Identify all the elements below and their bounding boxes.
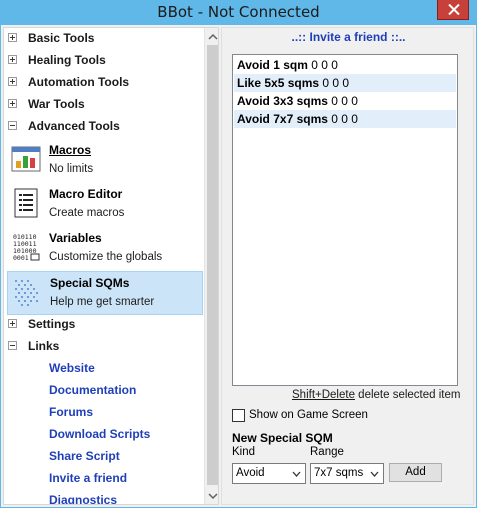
section-basic-tools[interactable]: Basic Tools <box>4 28 202 50</box>
link-invite-friend[interactable]: Invite a friend <box>49 471 127 485</box>
section-healing-tools[interactable]: Healing Tools <box>4 50 202 72</box>
section-label: War Tools <box>28 97 85 111</box>
range-label: Range <box>310 446 344 458</box>
section-automation-tools[interactable]: Automation Tools <box>4 72 202 94</box>
special-sqms-dots-icon <box>15 280 38 306</box>
variables-binary-icon: 010110 110011 101000 0001 <box>12 233 40 262</box>
collapse-icon[interactable] <box>8 341 17 350</box>
tool-macros[interactable]: Macros No limits <box>7 139 203 183</box>
svg-text:0001: 0001 <box>13 254 29 262</box>
tool-name: Special SQMs <box>50 276 130 290</box>
kind-label: Kind <box>232 446 256 458</box>
tool-special-sqms[interactable]: Special SQMs Help me get smarter <box>7 271 203 315</box>
link-website[interactable]: Website <box>49 361 95 375</box>
special-sqms-panel: ..:: Invite a friend ::.. Avoid 1 sqm 0 … <box>221 27 474 505</box>
section-label: Links <box>28 339 60 353</box>
tool-description: No limits <box>49 163 94 175</box>
client-area: Basic Tools Healing Tools Automation Too… <box>1 25 476 507</box>
show-on-game-screen-label[interactable]: Show on Game Screen <box>249 409 368 421</box>
title-bar[interactable]: BBot - Not Connected <box>0 0 477 24</box>
macros-chart-icon <box>11 146 41 172</box>
section-advanced-tools[interactable]: Advanced Tools <box>4 116 202 138</box>
expand-icon[interactable] <box>8 33 17 42</box>
item-label: Avoid 1 sqm <box>237 58 308 72</box>
tool-macro-editor[interactable]: Macro Editor Create macros <box>7 183 203 227</box>
section-label: Basic Tools <box>28 31 95 45</box>
item-values: 0 0 0 <box>331 112 358 126</box>
scroll-down-icon[interactable] <box>208 491 218 501</box>
tool-description: Help me get smarter <box>50 296 155 308</box>
tool-description: Create macros <box>49 207 125 219</box>
panel-header[interactable]: ..:: Invite a friend ::.. <box>222 30 475 44</box>
app-window: BBot - Not Connected Basic Tools Healing… <box>0 0 477 508</box>
scroll-up-icon[interactable] <box>208 32 218 42</box>
tool-name: Variables <box>49 231 102 245</box>
window-title: BBot - Not Connected <box>157 3 320 21</box>
section-settings[interactable]: Settings <box>4 314 202 336</box>
section-war-tools[interactable]: War Tools <box>4 94 202 116</box>
scrollbar-thumb[interactable] <box>207 45 218 485</box>
item-label: Avoid 3x3 sqms <box>237 94 328 108</box>
macro-editor-document-icon <box>14 188 38 218</box>
list-item[interactable]: Avoid 1 sqm 0 0 0 <box>234 56 456 74</box>
new-sqm-title: New Special SQM <box>232 431 333 445</box>
link-documentation[interactable]: Documentation <box>49 383 136 397</box>
section-label: Healing Tools <box>28 53 106 67</box>
section-label: Settings <box>28 317 76 331</box>
list-item[interactable]: Avoid 7x7 sqms 0 0 0 <box>234 110 456 128</box>
tool-variables[interactable]: 010110 110011 101000 0001 Variables Cust… <box>7 227 203 271</box>
shortcut-key: Shift+Delete <box>292 389 355 401</box>
range-select[interactable]: 7x7 sqms <box>310 463 384 484</box>
add-button[interactable]: Add <box>389 463 442 482</box>
sidebar-scrollbar[interactable] <box>204 28 218 504</box>
chevron-down-icon <box>370 471 379 477</box>
list-item[interactable]: Avoid 3x3 sqms 0 0 0 <box>234 92 456 110</box>
sqm-list[interactable]: Avoid 1 sqm 0 0 0 Like 5x5 sqms 0 0 0 Av… <box>232 54 458 386</box>
section-label: Advanced Tools <box>28 119 120 133</box>
kind-select[interactable]: Avoid <box>232 463 306 484</box>
link-diagnostics[interactable]: Diagnostics <box>49 493 117 504</box>
expand-icon[interactable] <box>8 99 17 108</box>
item-label: Avoid 7x7 sqms <box>237 112 328 126</box>
section-label: Automation Tools <box>28 75 130 89</box>
item-values: 0 0 0 <box>311 58 338 72</box>
range-value: 7x7 sqms <box>314 467 364 479</box>
kind-value: Avoid <box>236 467 265 479</box>
sidebar: Basic Tools Healing Tools Automation Too… <box>3 27 219 505</box>
delete-hint: Shift+Delete delete selected item <box>292 389 460 401</box>
hint-text: delete selected item <box>354 389 461 401</box>
tool-description: Customize the globals <box>49 251 163 263</box>
item-values: 0 0 0 <box>331 94 358 108</box>
list-item[interactable]: Like 5x5 sqms 0 0 0 <box>234 74 456 92</box>
tool-name: Macros <box>49 143 92 157</box>
expand-icon[interactable] <box>8 55 17 64</box>
link-forums[interactable]: Forums <box>49 405 93 419</box>
collapse-icon[interactable] <box>8 121 17 130</box>
tool-name: Macro Editor <box>49 187 123 201</box>
item-label: Like 5x5 sqms <box>237 76 320 90</box>
section-links[interactable]: Links <box>4 336 202 358</box>
close-icon <box>448 4 460 15</box>
show-on-game-screen-checkbox[interactable] <box>232 409 245 422</box>
close-button[interactable] <box>437 0 469 20</box>
link-share-script[interactable]: Share Script <box>49 449 120 463</box>
item-values: 0 0 0 <box>322 76 350 90</box>
expand-icon[interactable] <box>8 77 17 86</box>
link-download-scripts[interactable]: Download Scripts <box>49 427 150 441</box>
chevron-down-icon <box>292 471 301 477</box>
expand-icon[interactable] <box>8 319 17 328</box>
